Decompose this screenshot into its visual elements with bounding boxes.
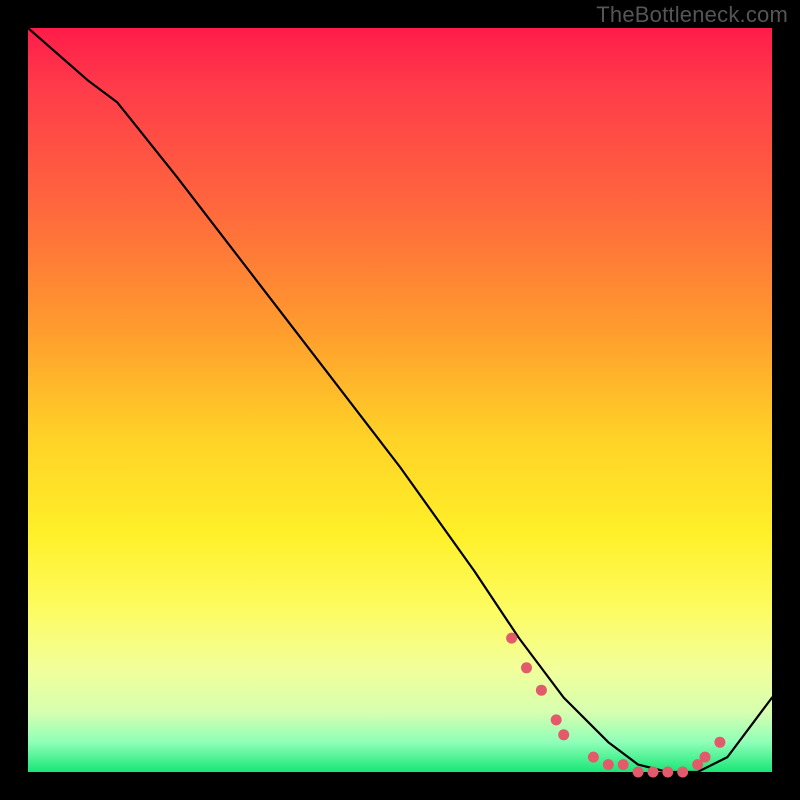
marker-dot — [662, 767, 673, 778]
marker-dot — [551, 714, 562, 725]
chart-svg — [28, 28, 772, 772]
chart-frame: TheBottleneck.com — [0, 0, 800, 800]
marker-dots — [506, 633, 725, 778]
marker-dot — [714, 737, 725, 748]
marker-dot — [700, 752, 711, 763]
marker-dot — [588, 752, 599, 763]
marker-dot — [521, 662, 532, 673]
plot-area — [28, 28, 772, 772]
marker-dot — [506, 633, 517, 644]
marker-dot — [633, 767, 644, 778]
marker-dot — [558, 729, 569, 740]
marker-dot — [618, 759, 629, 770]
curve-line — [28, 28, 772, 772]
marker-dot — [603, 759, 614, 770]
marker-dot — [677, 767, 688, 778]
marker-dot — [648, 767, 659, 778]
watermark-text: TheBottleneck.com — [596, 2, 788, 28]
marker-dot — [536, 685, 547, 696]
